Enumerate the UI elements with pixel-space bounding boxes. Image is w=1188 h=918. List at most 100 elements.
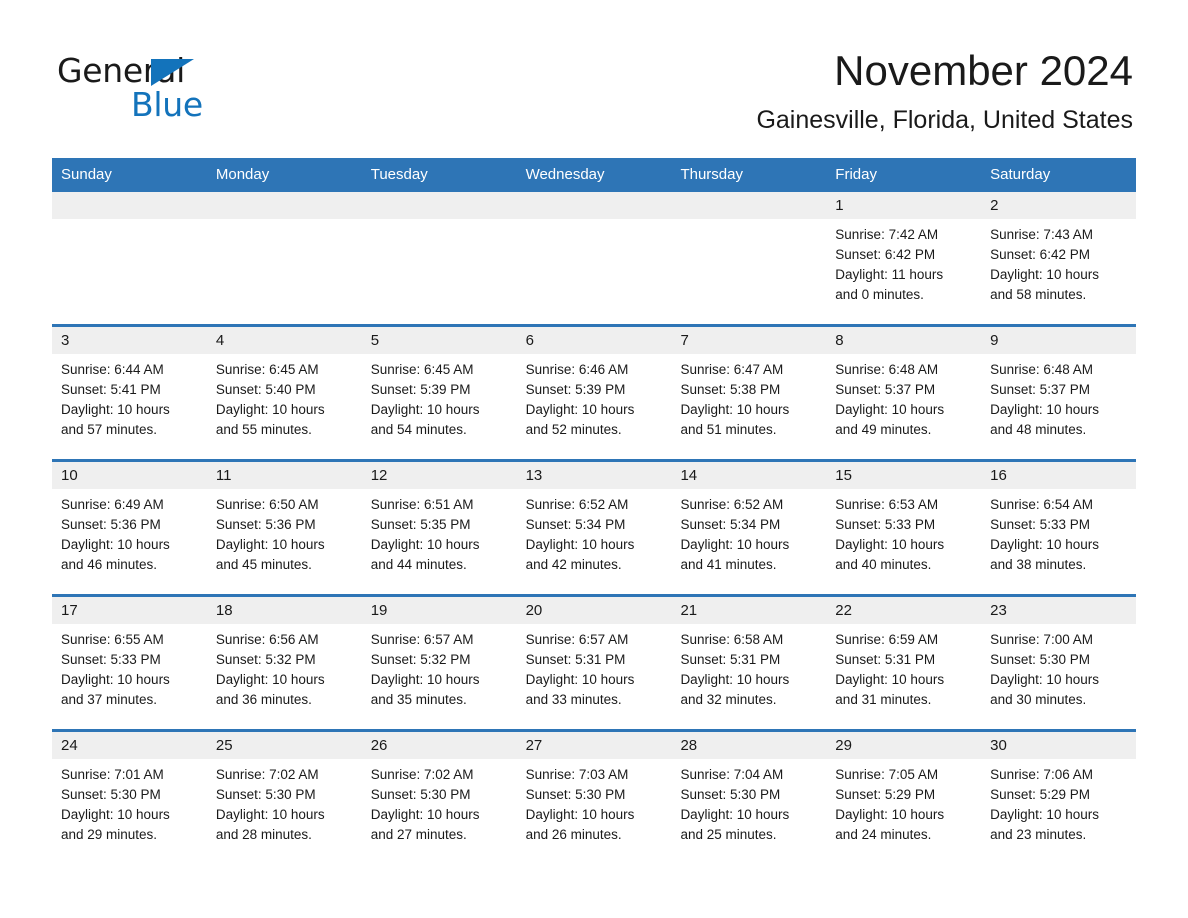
daylight-text-line2: and 32 minutes. [680,692,777,707]
daylight-text-line1: Daylight: 10 hours [61,537,170,552]
day-details: Sunrise: 6:50 AM Sunset: 5:36 PM Daylight:… [207,489,362,575]
calendar-day-cell[interactable]: 11 Sunrise: 6:50 AM Sunset: 5:36 PM Dayligh… [206,462,362,594]
daylight-text-line1: Daylight: 10 hours [990,672,1099,687]
day-number [671,192,827,219]
calendar-day-cell[interactable]: 5 Sunrise: 6:45 AM Sunset: 5:39 PM Daylight… [361,327,517,459]
day-number: 16 [981,462,1137,489]
calendar-day-cell[interactable]: 4 Sunrise: 6:45 AM Sunset: 5:40 PM Daylight… [206,327,362,459]
calendar-day-cell-empty [671,192,827,324]
calendar-day-cell[interactable]: 9 Sunrise: 6:48 AM Sunset: 5:37 PM Daylight… [981,327,1137,459]
day-details: Sunrise: 6:46 AM Sunset: 5:39 PM Daylight:… [517,354,672,440]
sunset-text: Sunset: 5:41 PM [61,382,161,397]
daylight-text-line2: and 57 minutes. [61,422,158,437]
day-number: 9 [981,327,1137,354]
day-details: Sunrise: 6:54 AM Sunset: 5:33 PM Daylight:… [981,489,1136,575]
sunset-text: Sunset: 5:30 PM [680,787,781,802]
calendar-day-cell[interactable]: 19 Sunrise: 6:57 AM Sunset: 5:32 PM Dayligh… [361,597,517,729]
daylight-text-line2: and 35 minutes. [370,692,467,707]
calendar-day-cell[interactable]: 26 Sunrise: 7:02 AM Sunset: 5:30 PM Dayligh… [361,732,517,864]
sunrise-text: Sunrise: 7:43 AM [990,227,1093,242]
daylight-text-line1: Daylight: 10 hours [990,267,1099,282]
calendar-day-cell-empty [206,192,362,324]
sunset-text: Sunset: 5:32 PM [370,652,471,667]
sunrise-text: Sunrise: 6:46 AM [525,362,629,377]
sunrise-text: Sunrise: 6:50 AM [215,497,319,512]
calendar-day-cell[interactable]: 27 Sunrise: 7:03 AM Sunset: 5:30 PM Dayligh… [516,732,672,864]
calendar-day-cell[interactable]: 3 Sunrise: 6:44 AM Sunset: 5:41 PM Daylight… [52,327,207,459]
weekday-header-saturday: Saturday [990,166,1051,183]
generalblue-logo[interactable]: General Blue [57,52,317,122]
sunset-text: Sunset: 5:29 PM [835,787,936,802]
sunset-text: Sunset: 6:42 PM [990,247,1090,262]
daylight-text-line2: and 29 minutes. [61,827,158,842]
sunset-text: Sunset: 5:30 PM [61,787,161,802]
day-details: Sunrise: 6:52 AM Sunset: 5:34 PM Daylight:… [671,489,826,575]
calendar-day-cell[interactable]: 7 Sunrise: 6:47 AM Sunset: 5:38 PM Daylight… [671,327,827,459]
calendar-day-cell[interactable]: 28 Sunrise: 7:04 AM Sunset: 5:30 PM Dayligh… [671,732,827,864]
sunset-text: Sunset: 5:29 PM [990,787,1090,802]
sunrise-text: Sunrise: 7:05 AM [835,767,939,782]
calendar-weeks: 1 Sunrise: 7:42 AM Sunset: 6:42 PM Daylight… [52,192,1137,864]
day-details: Sunrise: 7:05 AM Sunset: 5:29 PM Daylight:… [826,759,981,845]
day-number [52,192,207,219]
calendar-day-cell[interactable]: 24 Sunrise: 7:01 AM Sunset: 5:30 PM Dayligh… [52,732,207,864]
sunrise-text: Sunrise: 6:55 AM [61,632,164,647]
calendar-day-cell[interactable]: 29 Sunrise: 7:05 AM Sunset: 5:29 PM Dayligh… [826,732,982,864]
daylight-text-line1: Daylight: 10 hours [215,402,325,417]
calendar-day-cell[interactable]: 10 Sunrise: 6:49 AM Sunset: 5:36 PM Dayligh… [52,462,207,594]
calendar-day-cell[interactable]: 14 Sunrise: 6:52 AM Sunset: 5:34 PM Dayligh… [671,462,827,594]
calendar-day-cell[interactable]: 8 Sunrise: 6:48 AM Sunset: 5:37 PM Daylight… [826,327,982,459]
sunrise-text: Sunrise: 6:52 AM [525,497,629,512]
daylight-text-line2: and 36 minutes. [215,692,312,707]
sunrise-text: Sunrise: 7:00 AM [990,632,1093,647]
calendar-day-cell[interactable]: 30 Sunrise: 7:06 AM Sunset: 5:29 PM Dayligh… [981,732,1137,864]
day-number: 4 [206,327,362,354]
sunrise-text: Sunrise: 6:58 AM [680,632,784,647]
calendar-week-row: 3 Sunrise: 6:44 AM Sunset: 5:41 PM Daylight… [52,324,1137,459]
calendar-day-cell[interactable]: 17 Sunrise: 6:55 AM Sunset: 5:33 PM Dayligh… [52,597,207,729]
sunrise-text: Sunrise: 6:59 AM [835,632,939,647]
daylight-text-line2: and 28 minutes. [215,827,312,842]
weekday-header-thursday: Thursday [680,166,743,183]
sunset-text: Sunset: 5:33 PM [61,652,161,667]
daylight-text-line2: and 38 minutes. [990,557,1087,572]
daylight-text-line2: and 25 minutes. [680,827,777,842]
sunset-text: Sunset: 5:40 PM [215,382,316,397]
day-details: Sunrise: 6:57 AM Sunset: 5:31 PM Daylight:… [517,624,672,710]
day-number [361,192,517,219]
calendar-day-cell[interactable]: 21 Sunrise: 6:58 AM Sunset: 5:31 PM Dayligh… [671,597,827,729]
calendar-day-cell[interactable]: 2 Sunrise: 7:43 AM Sunset: 6:42 PM Daylight… [981,192,1137,324]
sunset-text: Sunset: 5:31 PM [525,652,626,667]
calendar-day-cell[interactable]: 12 Sunrise: 6:51 AM Sunset: 5:35 PM Dayligh… [361,462,517,594]
calendar-day-cell-empty [516,192,672,324]
calendar-day-cell[interactable]: 13 Sunrise: 6:52 AM Sunset: 5:34 PM Dayligh… [516,462,672,594]
page-header: General Blue November 2024 Gainesville, … [0,0,1188,134]
sunrise-text: Sunrise: 6:49 AM [61,497,164,512]
daylight-text-line2: and 58 minutes. [990,287,1087,302]
daylight-text-line1: Daylight: 10 hours [680,402,790,417]
day-number: 7 [671,327,827,354]
calendar-day-cell[interactable]: 18 Sunrise: 6:56 AM Sunset: 5:32 PM Dayligh… [206,597,362,729]
location-subtitle: Gainesville, Florida, United States [756,106,1133,134]
day-number [516,192,672,219]
calendar-day-cell[interactable]: 22 Sunrise: 6:59 AM Sunset: 5:31 PM Dayligh… [826,597,982,729]
calendar-day-cell[interactable]: 16 Sunrise: 6:54 AM Sunset: 5:33 PM Dayligh… [981,462,1137,594]
daylight-text-line1: Daylight: 10 hours [370,672,480,687]
calendar-day-cell[interactable]: 23 Sunrise: 7:00 AM Sunset: 5:30 PM Dayligh… [981,597,1137,729]
daylight-text-line1: Daylight: 10 hours [61,402,170,417]
calendar-day-cell[interactable]: 25 Sunrise: 7:02 AM Sunset: 5:30 PM Dayligh… [206,732,362,864]
day-details: Sunrise: 6:51 AM Sunset: 5:35 PM Daylight:… [362,489,517,575]
calendar-day-cell[interactable]: 15 Sunrise: 6:53 AM Sunset: 5:33 PM Dayligh… [826,462,982,594]
calendar-day-cell[interactable]: 1 Sunrise: 7:42 AM Sunset: 6:42 PM Daylight… [826,192,982,324]
calendar-day-cell[interactable]: 20 Sunrise: 6:57 AM Sunset: 5:31 PM Dayligh… [516,597,672,729]
day-number: 24 [52,732,207,759]
daylight-text-line1: Daylight: 10 hours [370,807,480,822]
day-number: 30 [981,732,1137,759]
calendar-day-cell[interactable]: 6 Sunrise: 6:46 AM Sunset: 5:39 PM Daylight… [516,327,672,459]
daylight-text-line1: Daylight: 11 hours [835,267,944,282]
day-number: 5 [361,327,517,354]
weekday-header-monday: Monday [215,166,270,183]
weekday-header-row: Sunday Monday Tuesday Wednesday Thursday… [52,158,1136,192]
sunset-text: Sunset: 5:38 PM [680,382,781,397]
sunset-text: Sunset: 5:31 PM [680,652,781,667]
